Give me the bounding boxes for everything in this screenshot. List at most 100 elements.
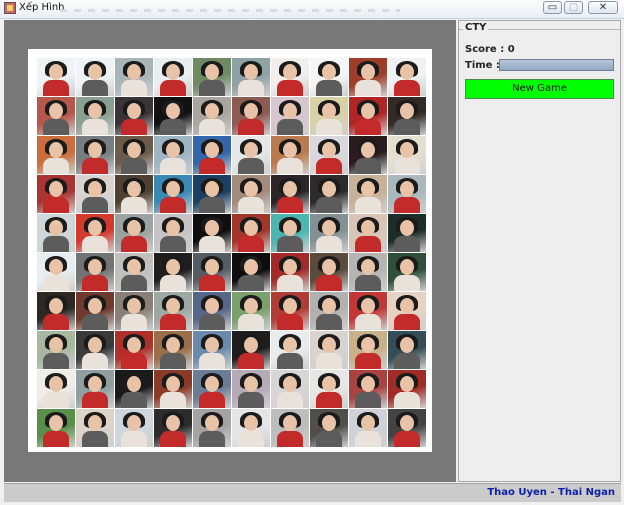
photo-tile[interactable] — [37, 409, 75, 447]
photo-tile[interactable] — [154, 97, 192, 135]
photo-tile[interactable] — [76, 214, 114, 252]
photo-tile[interactable] — [310, 292, 348, 330]
photo-tile[interactable] — [271, 370, 309, 408]
photo-tile[interactable] — [154, 136, 192, 174]
photo-tile[interactable] — [154, 331, 192, 369]
photo-tile[interactable] — [388, 409, 426, 447]
photo-tile[interactable] — [271, 409, 309, 447]
photo-tile[interactable] — [310, 97, 348, 135]
photo-tile[interactable] — [349, 136, 387, 174]
photo-tile[interactable] — [154, 409, 192, 447]
photo-tile[interactable] — [154, 253, 192, 291]
photo-tile[interactable] — [232, 370, 270, 408]
photo-tile[interactable] — [349, 370, 387, 408]
photo-tile[interactable] — [76, 370, 114, 408]
photo-tile[interactable] — [154, 292, 192, 330]
photo-tile[interactable] — [37, 214, 75, 252]
photo-tile[interactable] — [193, 409, 231, 447]
photo-tile[interactable] — [232, 253, 270, 291]
photo-tile[interactable] — [388, 97, 426, 135]
photo-tile[interactable] — [37, 253, 75, 291]
photo-tile[interactable] — [37, 331, 75, 369]
photo-tile[interactable] — [388, 175, 426, 213]
photo-tile[interactable] — [115, 370, 153, 408]
photo-tile[interactable] — [349, 175, 387, 213]
photo-tile[interactable] — [271, 97, 309, 135]
photo-tile[interactable] — [76, 253, 114, 291]
photo-tile[interactable] — [193, 175, 231, 213]
photo-tile[interactable] — [154, 370, 192, 408]
maximize-icon[interactable]: ▢ — [564, 1, 583, 14]
photo-tile[interactable] — [349, 409, 387, 447]
photo-tile[interactable] — [115, 292, 153, 330]
photo-tile[interactable] — [115, 409, 153, 447]
photo-tile[interactable] — [388, 136, 426, 174]
photo-tile[interactable] — [232, 214, 270, 252]
photo-tile[interactable] — [349, 97, 387, 135]
photo-tile[interactable] — [271, 175, 309, 213]
photo-tile[interactable] — [115, 58, 153, 96]
photo-tile[interactable] — [193, 292, 231, 330]
photo-tile[interactable] — [232, 58, 270, 96]
photo-tile[interactable] — [115, 97, 153, 135]
photo-tile[interactable] — [232, 331, 270, 369]
photo-tile[interactable] — [154, 58, 192, 96]
photo-tile[interactable] — [310, 370, 348, 408]
photo-tile[interactable] — [271, 331, 309, 369]
photo-tile[interactable] — [115, 253, 153, 291]
photo-tile[interactable] — [310, 175, 348, 213]
photo-tile[interactable] — [349, 214, 387, 252]
photo-tile[interactable] — [232, 175, 270, 213]
photo-tile[interactable] — [349, 253, 387, 291]
photo-tile[interactable] — [115, 175, 153, 213]
photo-tile[interactable] — [310, 214, 348, 252]
photo-tile[interactable] — [76, 292, 114, 330]
photo-tile[interactable] — [115, 331, 153, 369]
photo-tile[interactable] — [154, 214, 192, 252]
photo-tile[interactable] — [388, 370, 426, 408]
photo-tile[interactable] — [310, 409, 348, 447]
photo-tile[interactable] — [232, 136, 270, 174]
photo-tile[interactable] — [76, 58, 114, 96]
photo-tile[interactable] — [193, 253, 231, 291]
photo-tile[interactable] — [310, 253, 348, 291]
photo-tile[interactable] — [37, 58, 75, 96]
photo-tile[interactable] — [388, 58, 426, 96]
photo-tile[interactable] — [349, 331, 387, 369]
photo-tile[interactable] — [76, 409, 114, 447]
photo-tile[interactable] — [271, 214, 309, 252]
photo-tile[interactable] — [388, 292, 426, 330]
photo-tile[interactable] — [388, 331, 426, 369]
photo-tile[interactable] — [37, 370, 75, 408]
photo-tile[interactable] — [37, 292, 75, 330]
photo-tile[interactable] — [388, 214, 426, 252]
photo-tile[interactable] — [310, 136, 348, 174]
photo-tile[interactable] — [271, 136, 309, 174]
photo-tile[interactable] — [193, 214, 231, 252]
photo-tile[interactable] — [193, 58, 231, 96]
photo-tile[interactable] — [37, 97, 75, 135]
photo-tile[interactable] — [76, 175, 114, 213]
photo-tile[interactable] — [271, 58, 309, 96]
photo-tile[interactable] — [76, 136, 114, 174]
new-game-button[interactable]: New Game — [465, 79, 614, 99]
minimize-icon[interactable]: ▭ — [543, 1, 562, 14]
photo-tile[interactable] — [232, 97, 270, 135]
photo-tile[interactable] — [37, 175, 75, 213]
photo-tile[interactable] — [271, 292, 309, 330]
photo-tile[interactable] — [37, 136, 75, 174]
photo-tile[interactable] — [310, 58, 348, 96]
photo-tile[interactable] — [115, 214, 153, 252]
photo-tile[interactable] — [76, 331, 114, 369]
photo-tile[interactable] — [349, 58, 387, 96]
photo-tile[interactable] — [388, 253, 426, 291]
photo-tile[interactable] — [271, 253, 309, 291]
photo-tile[interactable] — [76, 97, 114, 135]
photo-tile[interactable] — [115, 136, 153, 174]
photo-tile[interactable] — [193, 136, 231, 174]
close-icon[interactable]: ✕ — [588, 1, 618, 14]
photo-tile[interactable] — [193, 370, 231, 408]
photo-tile[interactable] — [349, 292, 387, 330]
photo-tile[interactable] — [310, 331, 348, 369]
photo-tile[interactable] — [232, 292, 270, 330]
